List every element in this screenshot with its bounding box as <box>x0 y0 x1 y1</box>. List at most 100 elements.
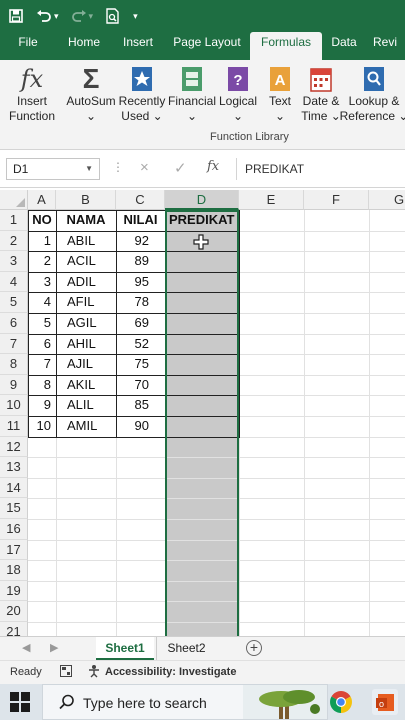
header-cell-nilai[interactable]: NILAI <box>116 210 165 231</box>
cell-predikat[interactable] <box>165 375 239 396</box>
insert-function-button[interactable]: fx Insert Function <box>6 64 58 124</box>
row-header[interactable]: 12 <box>0 436 28 458</box>
cell-nama[interactable]: AGIL <box>62 313 116 334</box>
add-sheet-icon[interactable]: + <box>246 640 262 656</box>
worksheet-grid[interactable]: A B C D E F G 1 2 3 4 5 6 7 8 9 10 11 12 13 14 15 16 17 18 19 20 21… <box>0 190 405 636</box>
formula-bar-resize-handle[interactable]: ⋮ <box>112 160 124 178</box>
cell-no[interactable]: 10 <box>28 416 56 437</box>
cell-nama[interactable]: ALIL <box>62 395 116 416</box>
tab-review[interactable]: Revi <box>366 32 405 60</box>
cell-nilai[interactable]: 78 <box>116 292 165 313</box>
column-header-d[interactable]: D <box>165 190 239 210</box>
cell-no[interactable]: 9 <box>28 395 56 416</box>
row-header[interactable]: 15 <box>0 498 28 519</box>
row-header[interactable]: 21 <box>0 622 28 636</box>
next-sheet-icon[interactable]: ▶ <box>50 641 58 654</box>
row-header[interactable]: 20 <box>0 601 28 622</box>
prev-sheet-icon[interactable]: ◀ <box>22 641 30 654</box>
macro-record-icon[interactable] <box>60 665 72 680</box>
name-box[interactable]: D1 ▼ <box>6 158 100 180</box>
tab-home[interactable]: Home <box>56 32 112 60</box>
redo-dropdown-icon[interactable]: ▾ <box>89 11 94 22</box>
row-header[interactable]: 17 <box>0 539 28 561</box>
undo-icon[interactable] <box>32 4 56 28</box>
windows-start-icon[interactable] <box>10 692 30 712</box>
cell-no[interactable]: 3 <box>28 272 56 293</box>
autosum-button[interactable]: Σ AutoSum ⌄ <box>64 63 118 124</box>
cell-predikat[interactable] <box>165 251 239 272</box>
tab-data[interactable]: Data <box>322 32 366 60</box>
row-header[interactable]: 13 <box>0 457 28 478</box>
redo-icon[interactable] <box>67 4 91 28</box>
row-header[interactable]: 19 <box>0 580 28 602</box>
formula-input[interactable]: PREDIKAT <box>236 158 405 180</box>
cell-nama[interactable]: AJIL <box>62 354 116 375</box>
lookup-reference-button[interactable]: Lookup & Reference ⌄ <box>340 64 405 124</box>
cell-nilai[interactable]: 69 <box>116 313 165 334</box>
row-header[interactable]: 3 <box>0 251 28 272</box>
cell-nama[interactable]: AHIL <box>62 334 116 355</box>
insert-function-fx-icon[interactable]: fx <box>207 159 219 174</box>
cell-no[interactable]: 7 <box>28 354 56 375</box>
taskbar-search-box[interactable]: Type here to search <box>42 684 328 720</box>
header-cell-nama[interactable]: NAMA <box>56 210 116 231</box>
row-header[interactable]: 5 <box>0 292 28 313</box>
cell-predikat[interactable] <box>165 416 239 437</box>
cell-nama[interactable]: ABIL <box>62 231 116 252</box>
row-header[interactable]: 11 <box>0 416 28 437</box>
row-header[interactable]: 18 <box>0 560 28 581</box>
row-header[interactable]: 1 <box>0 210 28 231</box>
date-time-button[interactable]: Date & Time ⌄ <box>299 64 343 124</box>
column-header-e[interactable]: E <box>239 190 304 210</box>
chrome-icon[interactable] <box>330 691 352 713</box>
header-cell-predikat[interactable]: PREDIKAT <box>165 210 239 231</box>
row-header[interactable]: 16 <box>0 519 28 540</box>
header-cell-no[interactable]: NO <box>28 210 56 231</box>
cell-nilai[interactable]: 75 <box>116 354 165 375</box>
cell-no[interactable]: 8 <box>28 375 56 396</box>
row-header[interactable]: 9 <box>0 374 28 396</box>
chevron-down-icon[interactable]: ▼ <box>85 164 93 173</box>
tab-formulas[interactable]: Formulas <box>250 32 322 60</box>
sheet-tab-sheet1[interactable]: Sheet1 <box>96 637 154 660</box>
row-header[interactable]: 14 <box>0 477 28 499</box>
column-header-c[interactable]: C <box>116 190 165 210</box>
cell-nama[interactable]: ADIL <box>62 272 116 293</box>
cell-predikat[interactable] <box>165 313 239 334</box>
accessibility-status[interactable]: Accessibility: Investigate <box>105 666 236 678</box>
tab-insert[interactable]: Insert <box>112 32 164 60</box>
cell-nilai[interactable]: 70 <box>116 375 165 396</box>
cell-nama[interactable]: AKIL <box>62 375 116 396</box>
recently-used-button[interactable]: Recently Used ⌄ <box>118 64 166 124</box>
cell-nilai[interactable]: 90 <box>116 416 165 437</box>
app-icon[interactable]: o <box>372 689 398 715</box>
cell-nilai[interactable]: 85 <box>116 395 165 416</box>
sheet-tab-sheet2[interactable]: Sheet2 <box>156 637 216 660</box>
cell-no[interactable]: 6 <box>28 334 56 355</box>
cell-predikat[interactable] <box>165 334 239 355</box>
cell-nama[interactable]: AMIL <box>62 416 116 437</box>
cell-predikat[interactable] <box>165 395 239 416</box>
accessibility-icon[interactable] <box>88 664 102 681</box>
enter-icon[interactable]: ✓ <box>174 159 187 177</box>
cancel-icon[interactable]: × <box>140 159 149 176</box>
column-header-g[interactable]: G <box>369 190 405 210</box>
cell-no[interactable]: 4 <box>28 292 56 313</box>
cell-no[interactable]: 5 <box>28 313 56 334</box>
undo-dropdown-icon[interactable]: ▾ <box>54 11 59 22</box>
row-header[interactable]: 6 <box>0 313 28 334</box>
logical-button[interactable]: ? Logical ⌄ <box>217 64 259 124</box>
select-all-corner[interactable] <box>0 190 28 210</box>
financial-button[interactable]: Financial ⌄ <box>167 64 217 124</box>
cell-no[interactable]: 2 <box>28 251 56 272</box>
row-header[interactable]: 7 <box>0 333 28 355</box>
cell-predikat[interactable] <box>165 354 239 375</box>
cell-nama[interactable]: AFIL <box>62 292 116 313</box>
column-header-a[interactable]: A <box>28 190 56 210</box>
cell-nama[interactable]: ACIL <box>62 251 116 272</box>
cell-predikat[interactable] <box>165 272 239 293</box>
cell-nilai[interactable]: 95 <box>116 272 165 293</box>
row-header[interactable]: 10 <box>0 395 28 416</box>
save-icon[interactable] <box>4 4 28 28</box>
print-preview-icon[interactable] <box>101 4 125 28</box>
